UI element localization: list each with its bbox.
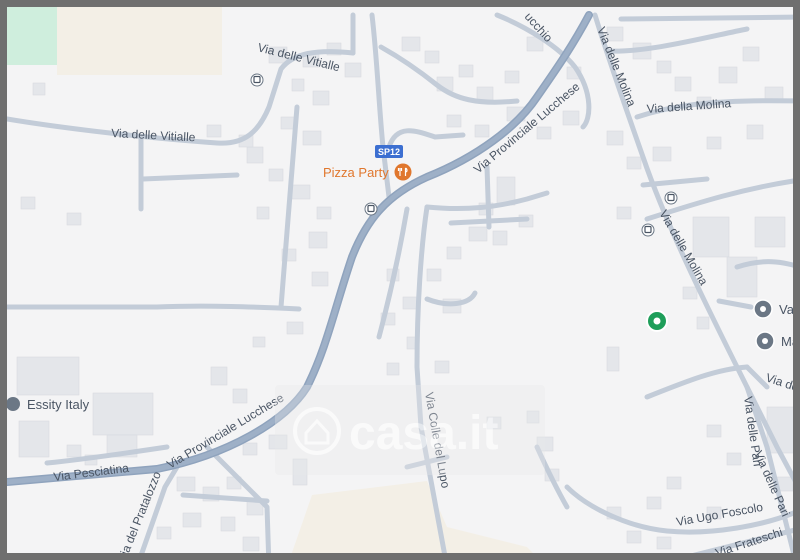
ma-poi[interactable]: Ma [755, 331, 800, 351]
bus-stop-icon[interactable] [364, 202, 378, 216]
road-label-provinciale-bottom: Via Provinciale Lucchese [164, 390, 286, 471]
map-canvas[interactable]: Via Provinciale Lucchese Via Provinciale… [7, 7, 800, 560]
essity-italy-label: Essity Italy [27, 397, 90, 412]
sp12-shield-label: SP12 [378, 147, 400, 157]
pizza-party-poi[interactable]: Pizza Party [323, 163, 412, 181]
sand-area-top [57, 7, 222, 75]
place-pin-icon [755, 331, 775, 351]
park-area [7, 7, 57, 65]
road-label-della-molina: Via della Molina [646, 96, 732, 116]
val-poi-label: Val [779, 302, 797, 317]
company-icon [7, 397, 20, 411]
sp12-shield: SP12 [375, 145, 403, 158]
location-pin-icon[interactable] [646, 310, 668, 332]
essity-italy-poi[interactable]: Essity Italy [7, 397, 90, 412]
map-frame: Via Provinciale Lucchese Via Provinciale… [0, 0, 800, 560]
val-poi[interactable]: Val [753, 299, 797, 319]
road-label-vitialle-left: Via delle Vitialle [111, 126, 196, 144]
pizza-party-label: Pizza Party [323, 165, 389, 180]
sand-area-bottom [291, 481, 533, 553]
bus-stop-icon[interactable] [250, 73, 264, 87]
casa-it-watermark: casa.it [275, 385, 545, 475]
bus-stop-icon[interactable] [641, 223, 655, 237]
bus-stop-icon[interactable] [664, 191, 678, 205]
restaurant-icon [394, 163, 412, 181]
ma-poi-label: Ma [781, 334, 800, 349]
watermark-text: casa.it [349, 407, 498, 460]
road-label-right-edge: Via de [764, 371, 800, 395]
place-pin-icon [753, 299, 773, 319]
